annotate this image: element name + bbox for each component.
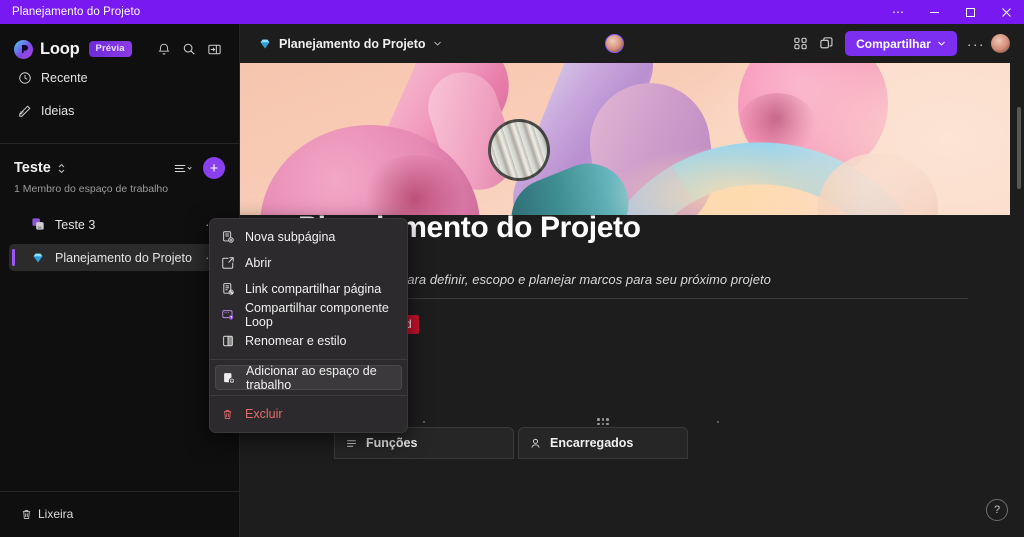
share-button[interactable]: Compartilhar xyxy=(845,31,957,56)
sidebar-page-planejamento-do-projeto[interactable]: Planejamento do Projeto ··· xyxy=(9,244,230,271)
chevron-down-icon xyxy=(937,39,946,48)
sidebar-page-teste-3[interactable]: 09 Teste 3 ··· xyxy=(9,211,230,238)
share-label: Compartilhar xyxy=(856,36,931,51)
sidebar-footer: Lixeira xyxy=(0,491,239,537)
context-menu-separator xyxy=(210,359,407,360)
chevron-down-icon[interactable] xyxy=(433,39,442,48)
context-menu-item-link-compartilhar-pagina[interactable]: Link compartilhar página xyxy=(215,276,402,302)
sidebar-item-label: Ideias xyxy=(41,104,75,118)
context-menu-item-excluir[interactable]: Excluir xyxy=(215,401,402,427)
header-center xyxy=(442,34,788,53)
person-icon xyxy=(529,437,542,450)
apps-grid-icon[interactable] xyxy=(787,31,813,57)
copy-page-icon[interactable] xyxy=(813,31,839,57)
collapse-panel-icon[interactable] xyxy=(203,38,225,60)
context-menu-item-label: Renomear e estilo xyxy=(245,334,347,348)
share-link-page-icon xyxy=(221,282,245,296)
table-header-label: Encarregados xyxy=(550,436,634,450)
add-to-workspace-icon xyxy=(222,371,246,385)
context-menu-separator xyxy=(210,395,407,396)
sidebar-item-ideias[interactable]: Ideias xyxy=(8,97,231,125)
scrollbar-thumb[interactable] xyxy=(1017,107,1021,189)
trash-icon xyxy=(14,508,38,521)
scrollbar-track[interactable] xyxy=(1017,107,1021,527)
context-menu-item-label: Link compartilhar página xyxy=(245,282,382,296)
brand-name: Loop xyxy=(40,39,80,58)
window-titlebar: Planejamento do Projeto ⋯ xyxy=(0,0,1024,24)
notifications-icon[interactable] xyxy=(153,38,175,60)
open-external-icon xyxy=(221,256,245,270)
trash-label: Lixeira xyxy=(38,507,74,521)
main-header: Planejamento do Projeto Compartilhar ··· xyxy=(240,24,1024,63)
context-menu-item-label: Excluir xyxy=(245,407,283,421)
table-header-encarregados[interactable]: Encarregados xyxy=(518,427,688,459)
sidebar-brand-row: Loop Prévia xyxy=(0,34,239,64)
context-menu-item-compartilhar-componente-loop[interactable]: Compartilhar componente Loop xyxy=(215,301,402,329)
window-minimize-button[interactable] xyxy=(916,0,952,24)
new-subpage-icon xyxy=(221,230,245,244)
context-menu-item-label: Adicionar ao espaço de trabalho xyxy=(246,363,377,392)
workspace-switch-icon[interactable] xyxy=(57,163,66,174)
workspace-sort-icon[interactable] xyxy=(174,162,193,175)
help-button[interactable]: ? xyxy=(986,499,1008,521)
sidebar-page-label: Teste 3 xyxy=(55,217,96,232)
header-more-button[interactable]: ··· xyxy=(967,37,985,51)
avatar[interactable] xyxy=(604,34,624,53)
sidebar: Loop Prévia Recente Ideias Teste + 1 Mem… xyxy=(0,24,240,537)
loop-workspace-icon: 09 xyxy=(31,217,51,232)
context-menu-item-label: Compartilhar componente Loop xyxy=(245,301,389,329)
workspace-page-list: 09 Teste 3 ··· Planejamento do Projeto ·… xyxy=(0,211,239,271)
sidebar-page-label: Planejamento do Projeto xyxy=(55,250,192,265)
table-drag-handle-icon[interactable] xyxy=(597,418,609,425)
page-context-menu: Nova subpágina Abrir Link compartilhar p… xyxy=(209,218,408,433)
workspace-name[interactable]: Teste xyxy=(14,160,51,176)
workspace-header: Teste + 1 Membro do espaço de trabalho xyxy=(0,144,239,195)
svg-text:09: 09 xyxy=(38,226,42,230)
workspace-members: 1 Membro do espaço de trabalho xyxy=(14,183,169,195)
context-menu-item-renomear-e-estilo[interactable]: Renomear e estilo xyxy=(215,328,402,354)
add-page-button[interactable]: + xyxy=(203,157,225,179)
sidebar-item-lixeira[interactable]: Lixeira xyxy=(8,501,231,527)
trash-icon xyxy=(221,408,245,421)
breadcrumb-label: Planejamento do Projeto xyxy=(279,36,426,51)
context-menu-item-label: Abrir xyxy=(245,256,272,270)
ideas-pen-icon xyxy=(14,104,36,118)
search-icon[interactable] xyxy=(178,38,200,60)
loop-logo-icon xyxy=(14,39,33,59)
context-menu-item-adicionar-ao-espaco-de-trabalho[interactable]: Adicionar ao espaço de trabalho xyxy=(215,363,402,392)
gem-icon xyxy=(31,251,51,265)
window-title: Planejamento do Projeto xyxy=(12,6,141,18)
window-maximize-button[interactable] xyxy=(952,0,988,24)
context-menu-item-label: Nova subpágina xyxy=(245,230,336,244)
window-more-button[interactable]: ⋯ xyxy=(880,0,916,24)
avatar[interactable] xyxy=(991,34,1010,53)
app-window: Planejamento do Projeto ⋯ Loop Prévia Re… xyxy=(0,0,1024,537)
context-menu-item-abrir[interactable]: Abrir xyxy=(215,250,402,276)
text-lines-icon xyxy=(345,437,358,450)
rename-style-icon xyxy=(221,334,245,348)
header-actions: Compartilhar ··· xyxy=(787,31,1010,57)
breadcrumb[interactable]: Planejamento do Projeto xyxy=(258,37,442,51)
context-menu-item-nova-subpagina[interactable]: Nova subpágina xyxy=(215,224,402,250)
sidebar-item-label: Recente xyxy=(41,71,88,85)
sidebar-item-recente[interactable]: Recente xyxy=(8,64,231,92)
clock-icon xyxy=(14,71,36,85)
window-close-button[interactable] xyxy=(988,0,1024,24)
share-loop-component-icon xyxy=(221,308,245,322)
table-header-label: Funções xyxy=(366,436,418,450)
gem-icon xyxy=(258,37,272,51)
preview-badge: Prévia xyxy=(88,41,132,57)
